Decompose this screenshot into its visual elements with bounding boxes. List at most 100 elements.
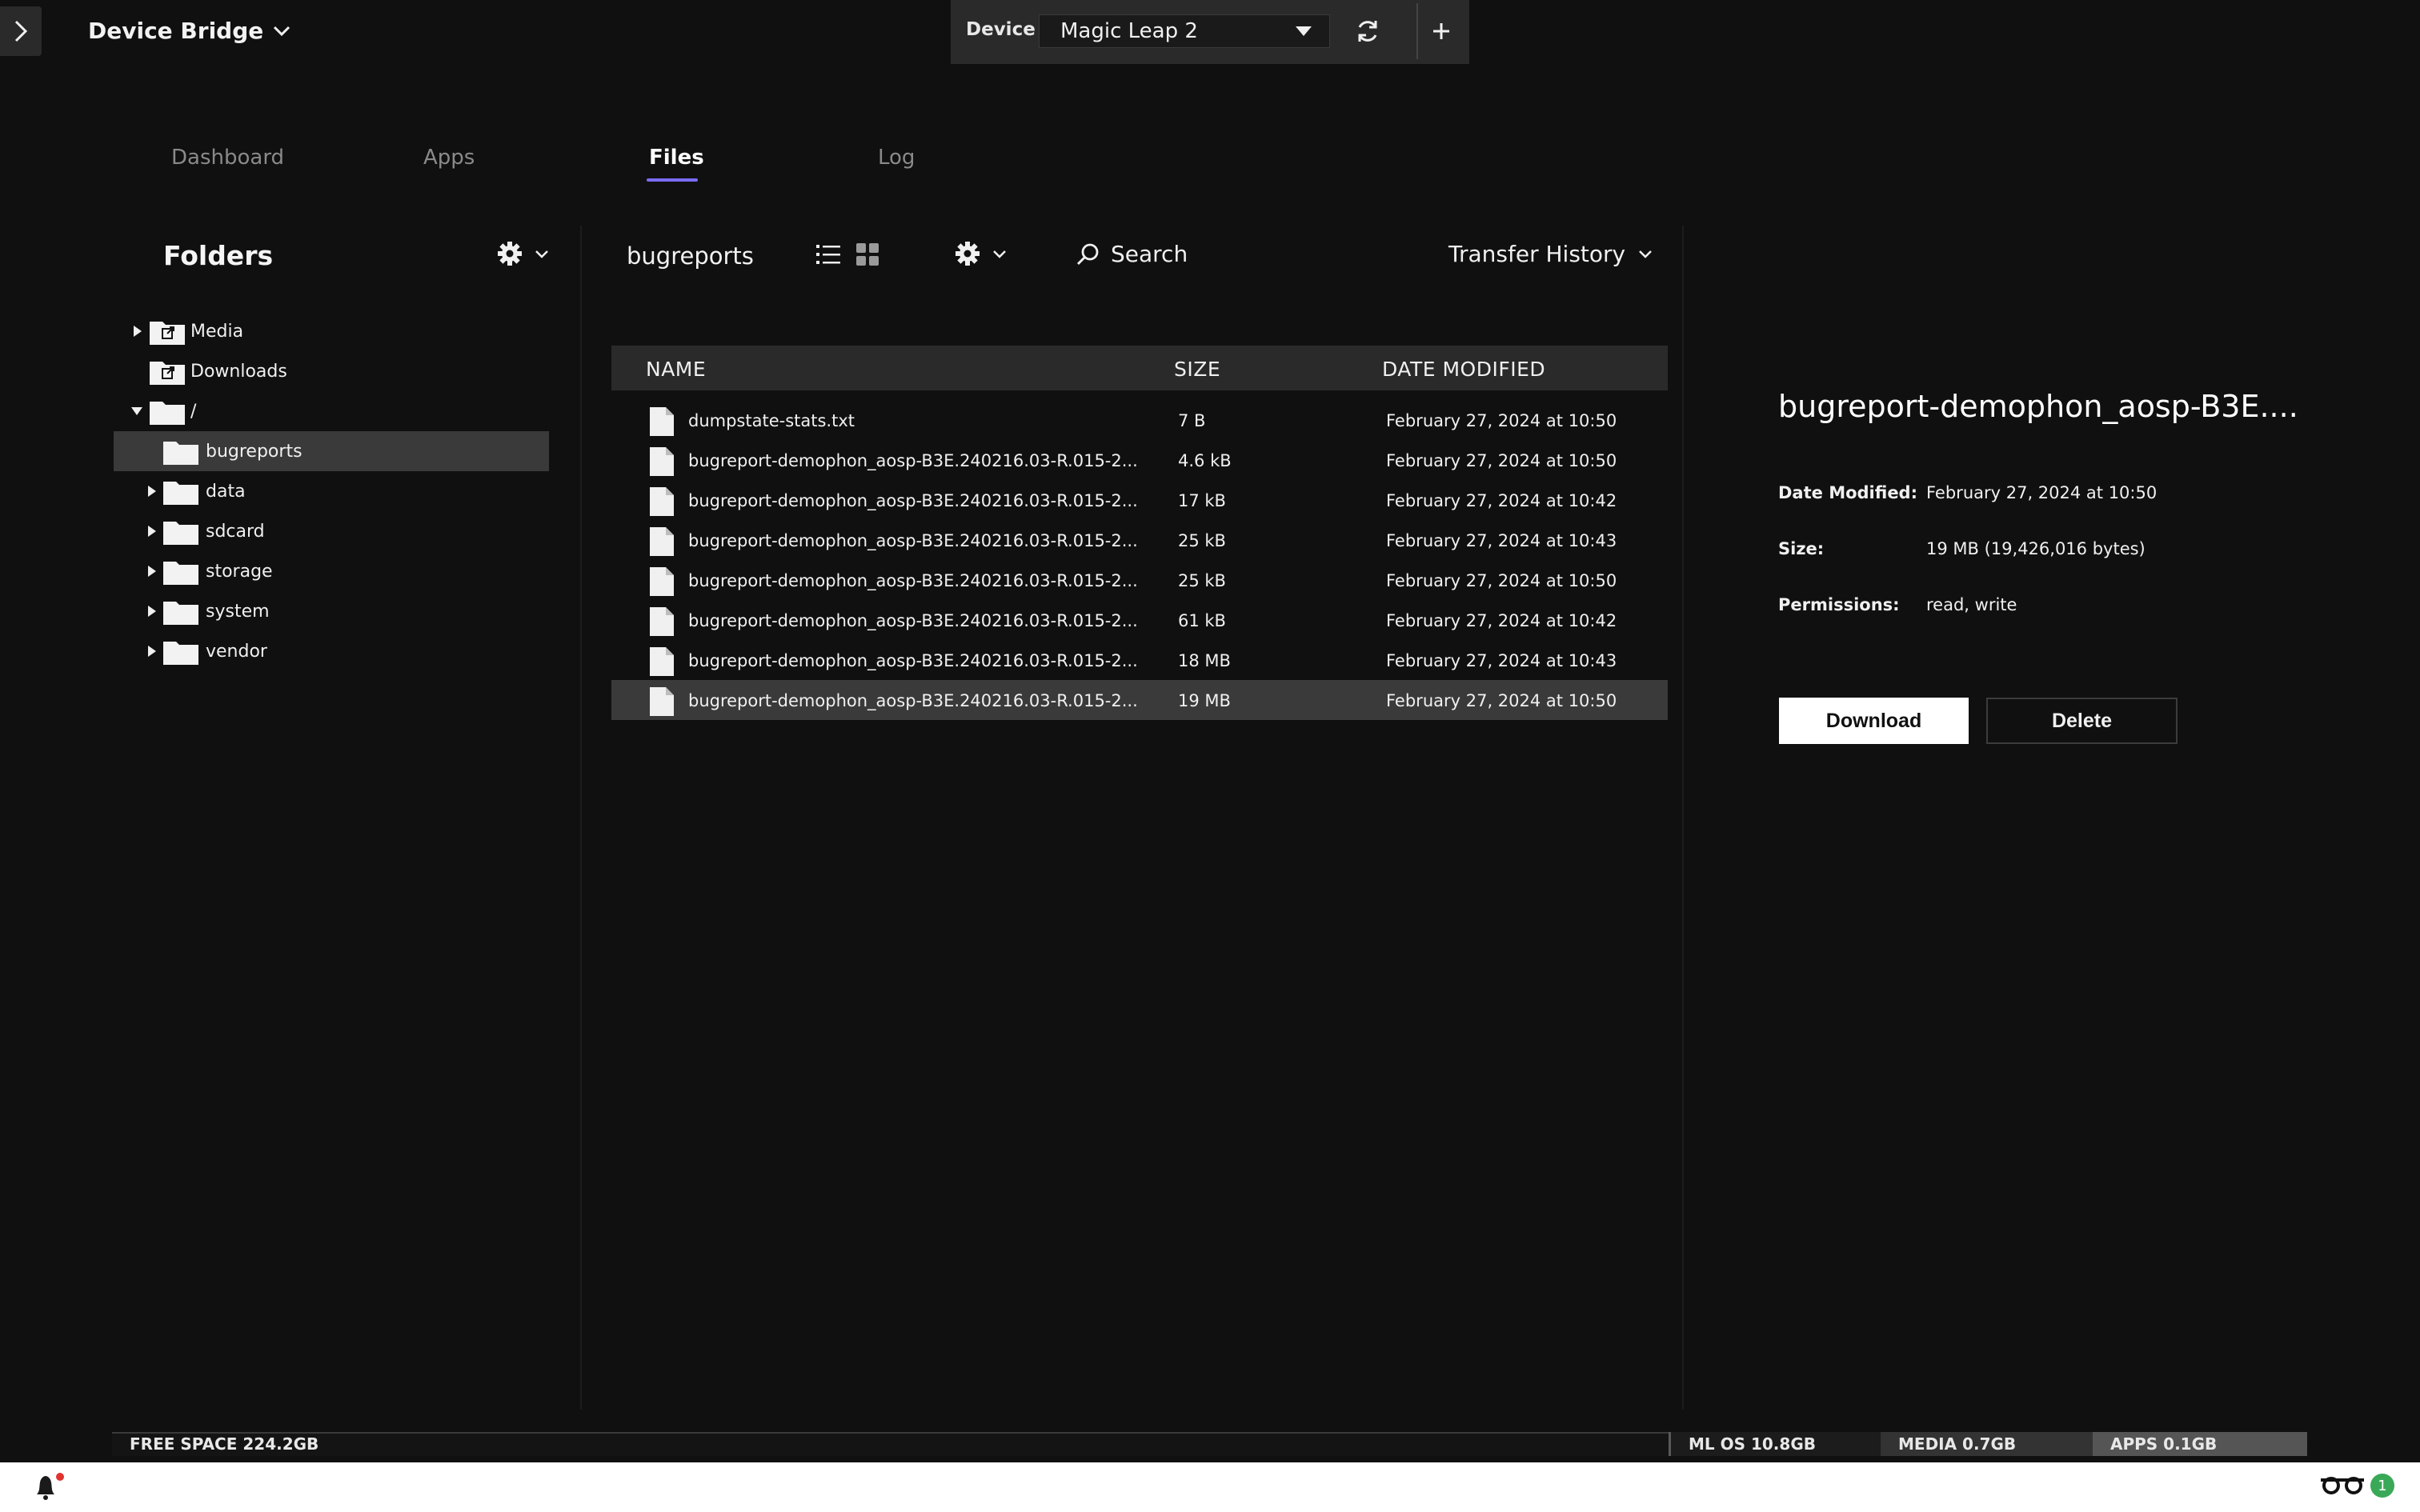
file-size: 61 kB bbox=[1178, 611, 1226, 630]
refresh-icon bbox=[1358, 21, 1377, 42]
file-size: 25 kB bbox=[1178, 531, 1226, 550]
list-view-icon bbox=[816, 245, 840, 264]
linked-folder-icon bbox=[150, 362, 185, 385]
table-row[interactable]: bugreport-demophon_aosp-B3E.240216.03-R.… bbox=[611, 520, 1668, 560]
search-button[interactable]: Search bbox=[1076, 241, 1188, 267]
size-label: Size: bbox=[1778, 539, 1825, 558]
folder-storage[interactable]: storage bbox=[114, 551, 549, 591]
device-select[interactable]: Magic Leap 2 bbox=[1039, 14, 1330, 48]
expand-arrow-icon[interactable] bbox=[148, 646, 156, 657]
plus-icon bbox=[1433, 23, 1449, 39]
expand-arrow-icon[interactable] bbox=[148, 486, 156, 497]
collapse-arrow-icon[interactable] bbox=[131, 406, 142, 417]
file-icon bbox=[650, 687, 674, 716]
folder-icon bbox=[163, 442, 198, 465]
file-size: 19 MB bbox=[1178, 691, 1231, 710]
column-header-date[interactable]: DATE MODIFIED bbox=[1382, 358, 1545, 381]
date-modified-value: February 27, 2024 at 10:50 bbox=[1926, 483, 2158, 502]
device-label: Device bbox=[966, 19, 1036, 40]
add-device-button[interactable] bbox=[1421, 13, 1461, 50]
file-icon bbox=[650, 647, 674, 676]
table-row[interactable]: bugreport-demophon_aosp-B3E.240216.03-R.… bbox=[611, 440, 1668, 480]
notifications-button[interactable] bbox=[32, 1472, 67, 1504]
table-row[interactable]: dumpstate-stats.txt 7 B February 27, 202… bbox=[611, 400, 1668, 440]
refresh-button[interactable] bbox=[1344, 13, 1391, 50]
glasses-icon bbox=[2321, 1477, 2364, 1494]
chevron-down-icon bbox=[535, 250, 548, 258]
expand-arrow-icon[interactable] bbox=[148, 526, 156, 537]
folder-data[interactable]: data bbox=[114, 471, 549, 511]
device-glasses-button[interactable] bbox=[2319, 1475, 2366, 1494]
expand-arrow-icon[interactable] bbox=[148, 606, 156, 617]
folder-system[interactable]: system bbox=[114, 591, 549, 631]
download-button[interactable]: Download bbox=[1779, 698, 1969, 744]
free-space-label: FREE SPACE 224.2GB bbox=[130, 1434, 319, 1454]
file-icon bbox=[650, 407, 674, 436]
files-settings-button[interactable] bbox=[954, 240, 1007, 267]
file-date: February 27, 2024 at 10:43 bbox=[1386, 531, 1617, 550]
folder-icon bbox=[163, 602, 198, 625]
table-row[interactable]: bugreport-demophon_aosp-B3E.240216.03-R.… bbox=[611, 480, 1668, 520]
delete-button[interactable]: Delete bbox=[1986, 698, 2178, 744]
folder-vendor[interactable]: vendor bbox=[114, 631, 549, 671]
folder-label: data bbox=[206, 481, 246, 502]
file-name: bugreport-demophon_aosp-B3E.240216.03-R.… bbox=[688, 691, 1138, 710]
transfer-history-button[interactable]: Transfer History bbox=[1448, 241, 1653, 267]
table-row[interactable]: bugreport-demophon_aosp-B3E.240216.03-R.… bbox=[611, 640, 1668, 680]
folder-downloads[interactable]: Downloads bbox=[114, 351, 549, 391]
app-title-menu[interactable]: Device Bridge bbox=[88, 18, 290, 44]
tab-files[interactable]: Files bbox=[649, 146, 704, 170]
date-modified-label: Date Modified: bbox=[1778, 483, 1917, 502]
folders-heading: Folders bbox=[163, 240, 274, 271]
folder-label: bugreports bbox=[206, 441, 302, 462]
bell-icon bbox=[37, 1473, 64, 1500]
file-name: bugreport-demophon_aosp-B3E.240216.03-R.… bbox=[688, 611, 1138, 630]
folder-label: vendor bbox=[206, 641, 267, 662]
table-row[interactable]: bugreport-demophon_aosp-B3E.240216.03-R.… bbox=[611, 600, 1668, 640]
caret-down-icon bbox=[1296, 26, 1312, 36]
column-header-size[interactable]: SIZE bbox=[1174, 358, 1220, 381]
folder-sdcard[interactable]: sdcard bbox=[114, 511, 549, 551]
grid-view-button[interactable] bbox=[856, 243, 879, 266]
file-size: 7 B bbox=[1178, 411, 1206, 430]
folder-icon bbox=[163, 482, 198, 505]
expand-arrow-icon[interactable] bbox=[134, 326, 142, 337]
file-name: bugreport-demophon_aosp-B3E.240216.03-R.… bbox=[688, 571, 1138, 590]
expand-arrow-icon[interactable] bbox=[148, 566, 156, 577]
file-date: February 27, 2024 at 10:50 bbox=[1386, 691, 1617, 710]
list-view-button[interactable] bbox=[816, 243, 840, 266]
transfer-history-label: Transfer History bbox=[1448, 241, 1626, 267]
folder-icon bbox=[150, 402, 185, 425]
file-icon bbox=[650, 527, 674, 556]
divider bbox=[1416, 3, 1418, 59]
file-icon bbox=[650, 487, 674, 516]
tab-apps[interactable]: Apps bbox=[423, 146, 475, 170]
current-folder-name: bugreports bbox=[627, 242, 754, 270]
folder-label: Media bbox=[190, 321, 244, 342]
linked-folder-icon bbox=[150, 322, 185, 345]
tab-log[interactable]: Log bbox=[878, 146, 915, 170]
table-row-selected[interactable]: bugreport-demophon_aosp-B3E.240216.03-R.… bbox=[611, 680, 1668, 720]
folder-icon bbox=[163, 562, 198, 585]
file-icon bbox=[650, 447, 674, 476]
file-name: bugreport-demophon_aosp-B3E.240216.03-R.… bbox=[688, 451, 1138, 470]
device-select-value: Magic Leap 2 bbox=[1060, 19, 1198, 43]
tab-dashboard[interactable]: Dashboard bbox=[171, 146, 284, 170]
file-icon bbox=[650, 567, 674, 596]
size-value: 19 MB (19,426,016 bytes) bbox=[1926, 539, 2146, 558]
folder-root[interactable]: / bbox=[114, 391, 549, 431]
folder-bugreports[interactable]: bugreports bbox=[114, 431, 549, 471]
table-row[interactable]: bugreport-demophon_aosp-B3E.240216.03-R.… bbox=[611, 560, 1668, 600]
folder-media[interactable]: Media bbox=[114, 311, 549, 351]
folder-label: system bbox=[206, 601, 270, 622]
folder-label: / bbox=[190, 401, 197, 422]
file-name: bugreport-demophon_aosp-B3E.240216.03-R.… bbox=[688, 531, 1138, 550]
folders-settings-button[interactable] bbox=[496, 240, 549, 267]
gear-icon bbox=[498, 242, 522, 266]
column-header-name[interactable]: NAME bbox=[646, 358, 706, 381]
file-icon bbox=[650, 607, 674, 636]
sidebar-toggle-button[interactable] bbox=[0, 6, 42, 56]
file-name: bugreport-demophon_aosp-B3E.240216.03-R.… bbox=[688, 651, 1138, 670]
grid-view-icon bbox=[856, 243, 879, 266]
file-date: February 27, 2024 at 10:43 bbox=[1386, 651, 1617, 670]
